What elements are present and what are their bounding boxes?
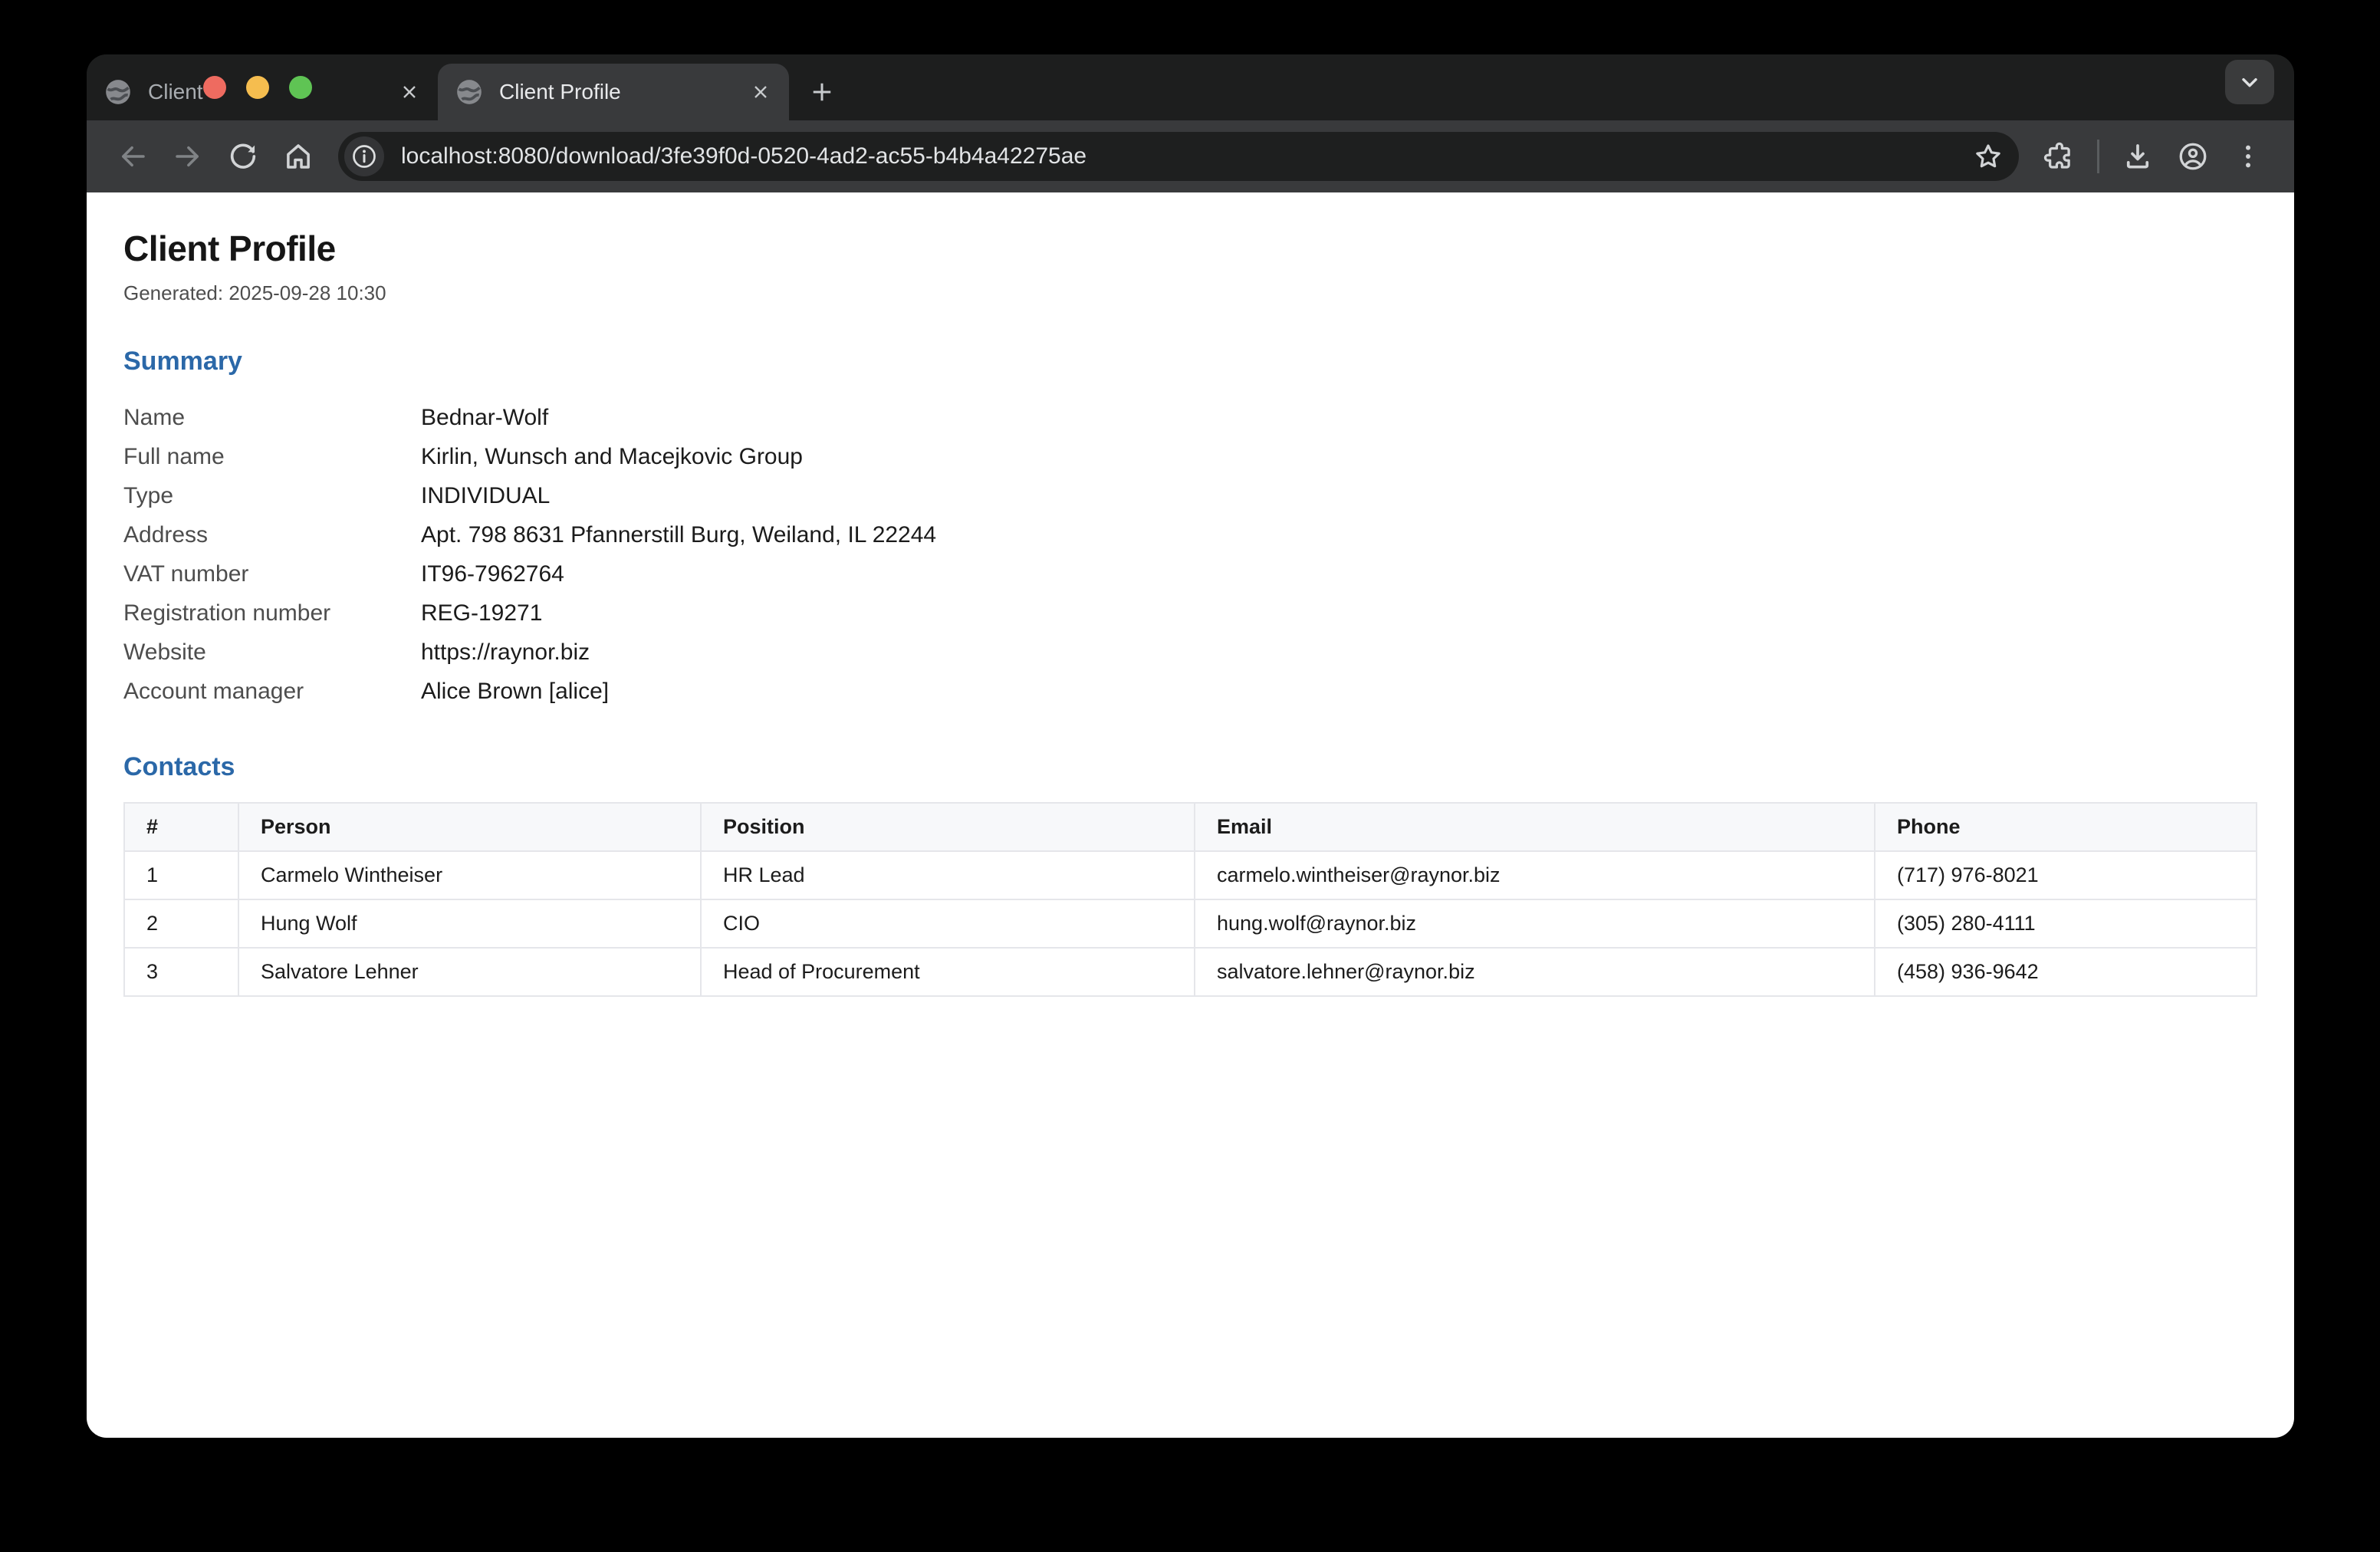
summary-row: Registration numberREG-19271 xyxy=(123,594,2257,633)
tab-search-button[interactable] xyxy=(2225,60,2274,104)
browser-window: Client Client Profile xyxy=(87,54,2294,1438)
download-icon xyxy=(2122,140,2154,173)
field-value: REG-19271 xyxy=(421,594,2257,633)
field-value: Alice Brown [alice] xyxy=(421,672,2257,711)
column-header: Phone xyxy=(1875,803,2257,851)
tab-client-profile[interactable]: Client Profile xyxy=(438,64,789,120)
summary-row: Full nameKirlin, Wunsch and Macejkovic G… xyxy=(123,437,2257,476)
contacts-heading: Contacts xyxy=(123,752,2257,782)
profile-button[interactable] xyxy=(2168,132,2217,181)
table-cell: Salvatore Lehner xyxy=(238,948,701,996)
page-title: Client Profile xyxy=(123,228,2257,269)
field-label: Name xyxy=(123,398,421,437)
field-label: Website xyxy=(123,633,421,672)
extensions-puzzle-icon xyxy=(2043,140,2075,173)
generated-timestamp: Generated: 2025-09-28 10:30 xyxy=(123,281,2257,305)
table-cell: Hung Wolf xyxy=(238,899,701,948)
contacts-table: #PersonPositionEmailPhone 1Carmelo Winth… xyxy=(123,802,2257,997)
summary-row: AddressApt. 798 8631 Pfannerstill Burg, … xyxy=(123,515,2257,554)
table-cell: (458) 936-9642 xyxy=(1875,948,2257,996)
table-cell: HR Lead xyxy=(701,851,1195,899)
menu-dots-icon xyxy=(2232,140,2264,173)
table-body: 1Carmelo WintheiserHR Leadcarmelo.winthe… xyxy=(124,851,2257,996)
table-cell: hung.wolf@raynor.biz xyxy=(1195,899,1875,948)
field-value: INDIVIDUAL xyxy=(421,476,2257,515)
url-bar[interactable]: localhost:8080/download/3fe39f0d-0520-4a… xyxy=(338,132,2019,181)
column-header: Position xyxy=(701,803,1195,851)
table-header-row: #PersonPositionEmailPhone xyxy=(124,803,2257,851)
zoom-window-button[interactable] xyxy=(289,76,312,99)
summary-row: Account managerAlice Brown [alice] xyxy=(123,672,2257,711)
table-cell: Carmelo Wintheiser xyxy=(238,851,701,899)
field-label: VAT number xyxy=(123,554,421,594)
toolbar-divider xyxy=(2097,140,2099,173)
column-header: Person xyxy=(238,803,701,851)
back-button[interactable] xyxy=(108,132,157,181)
table-cell: 2 xyxy=(124,899,238,948)
info-icon xyxy=(350,143,378,170)
table-cell: 3 xyxy=(124,948,238,996)
column-header: # xyxy=(124,803,238,851)
field-value: IT96-7962764 xyxy=(421,554,2257,594)
field-label: Full name xyxy=(123,437,421,476)
field-value: Bednar-Wolf xyxy=(421,398,2257,437)
table-cell: (305) 280-4111 xyxy=(1875,899,2257,948)
field-value: Apt. 798 8631 Pfannerstill Burg, Weiland… xyxy=(421,515,2257,554)
summary-grid: NameBednar-WolfFull nameKirlin, Wunsch a… xyxy=(123,398,2257,711)
table-cell: (717) 976-8021 xyxy=(1875,851,2257,899)
site-info-button[interactable] xyxy=(344,136,384,176)
globe-favicon-icon xyxy=(455,77,484,107)
field-label: Registration number xyxy=(123,594,421,633)
field-value: https://raynor.biz xyxy=(421,633,2257,672)
field-label: Address xyxy=(123,515,421,554)
close-window-button[interactable] xyxy=(203,76,226,99)
back-icon xyxy=(117,140,149,173)
table-row: 3Salvatore LehnerHead of Procurementsalv… xyxy=(124,948,2257,996)
bookmark-star-icon xyxy=(1973,141,2004,172)
close-tab-icon[interactable] xyxy=(396,79,422,105)
toolbar: localhost:8080/download/3fe39f0d-0520-4a… xyxy=(87,120,2294,192)
summary-row: Websitehttps://raynor.biz xyxy=(123,633,2257,672)
summary-row: VAT numberIT96-7962764 xyxy=(123,554,2257,594)
page-content: Client Profile Generated: 2025-09-28 10:… xyxy=(87,192,2294,1438)
table-cell: carmelo.wintheiser@raynor.biz xyxy=(1195,851,1875,899)
minimize-window-button[interactable] xyxy=(246,76,269,99)
table-cell: 1 xyxy=(124,851,238,899)
field-value: Kirlin, Wunsch and Macejkovic Group xyxy=(421,437,2257,476)
extensions-button[interactable] xyxy=(2034,132,2083,181)
new-tab-button[interactable] xyxy=(795,64,849,120)
bookmark-button[interactable] xyxy=(1968,136,2008,176)
table-row: 2Hung WolfCIOhung.wolf@raynor.biz(305) 2… xyxy=(124,899,2257,948)
url-text[interactable]: localhost:8080/download/3fe39f0d-0520-4a… xyxy=(401,143,1968,169)
summary-row: TypeINDIVIDUAL xyxy=(123,476,2257,515)
new-tab-plus-icon xyxy=(808,78,836,106)
home-icon xyxy=(282,140,314,173)
table-cell: Head of Procurement xyxy=(701,948,1195,996)
forward-button[interactable] xyxy=(163,132,212,181)
forward-icon xyxy=(172,140,204,173)
tab-strip: Client Client Profile xyxy=(87,54,2294,120)
table-row: 1Carmelo WintheiserHR Leadcarmelo.winthe… xyxy=(124,851,2257,899)
table-cell: CIO xyxy=(701,899,1195,948)
home-button[interactable] xyxy=(274,132,323,181)
summary-heading: Summary xyxy=(123,347,2257,376)
column-header: Email xyxy=(1195,803,1875,851)
chevron-down-icon xyxy=(2237,70,2262,94)
globe-favicon-icon xyxy=(104,77,133,107)
tab-title: Client Profile xyxy=(499,80,748,104)
summary-row: NameBednar-Wolf xyxy=(123,398,2257,437)
browser-menu-button[interactable] xyxy=(2224,132,2273,181)
reload-icon xyxy=(227,140,259,173)
close-tab-icon[interactable] xyxy=(748,79,774,105)
downloads-button[interactable] xyxy=(2113,132,2162,181)
field-label: Account manager xyxy=(123,672,421,711)
profile-icon xyxy=(2177,140,2209,173)
reload-button[interactable] xyxy=(219,132,268,181)
table-cell: salvatore.lehner@raynor.biz xyxy=(1195,948,1875,996)
window-controls xyxy=(203,54,312,120)
field-label: Type xyxy=(123,476,421,515)
